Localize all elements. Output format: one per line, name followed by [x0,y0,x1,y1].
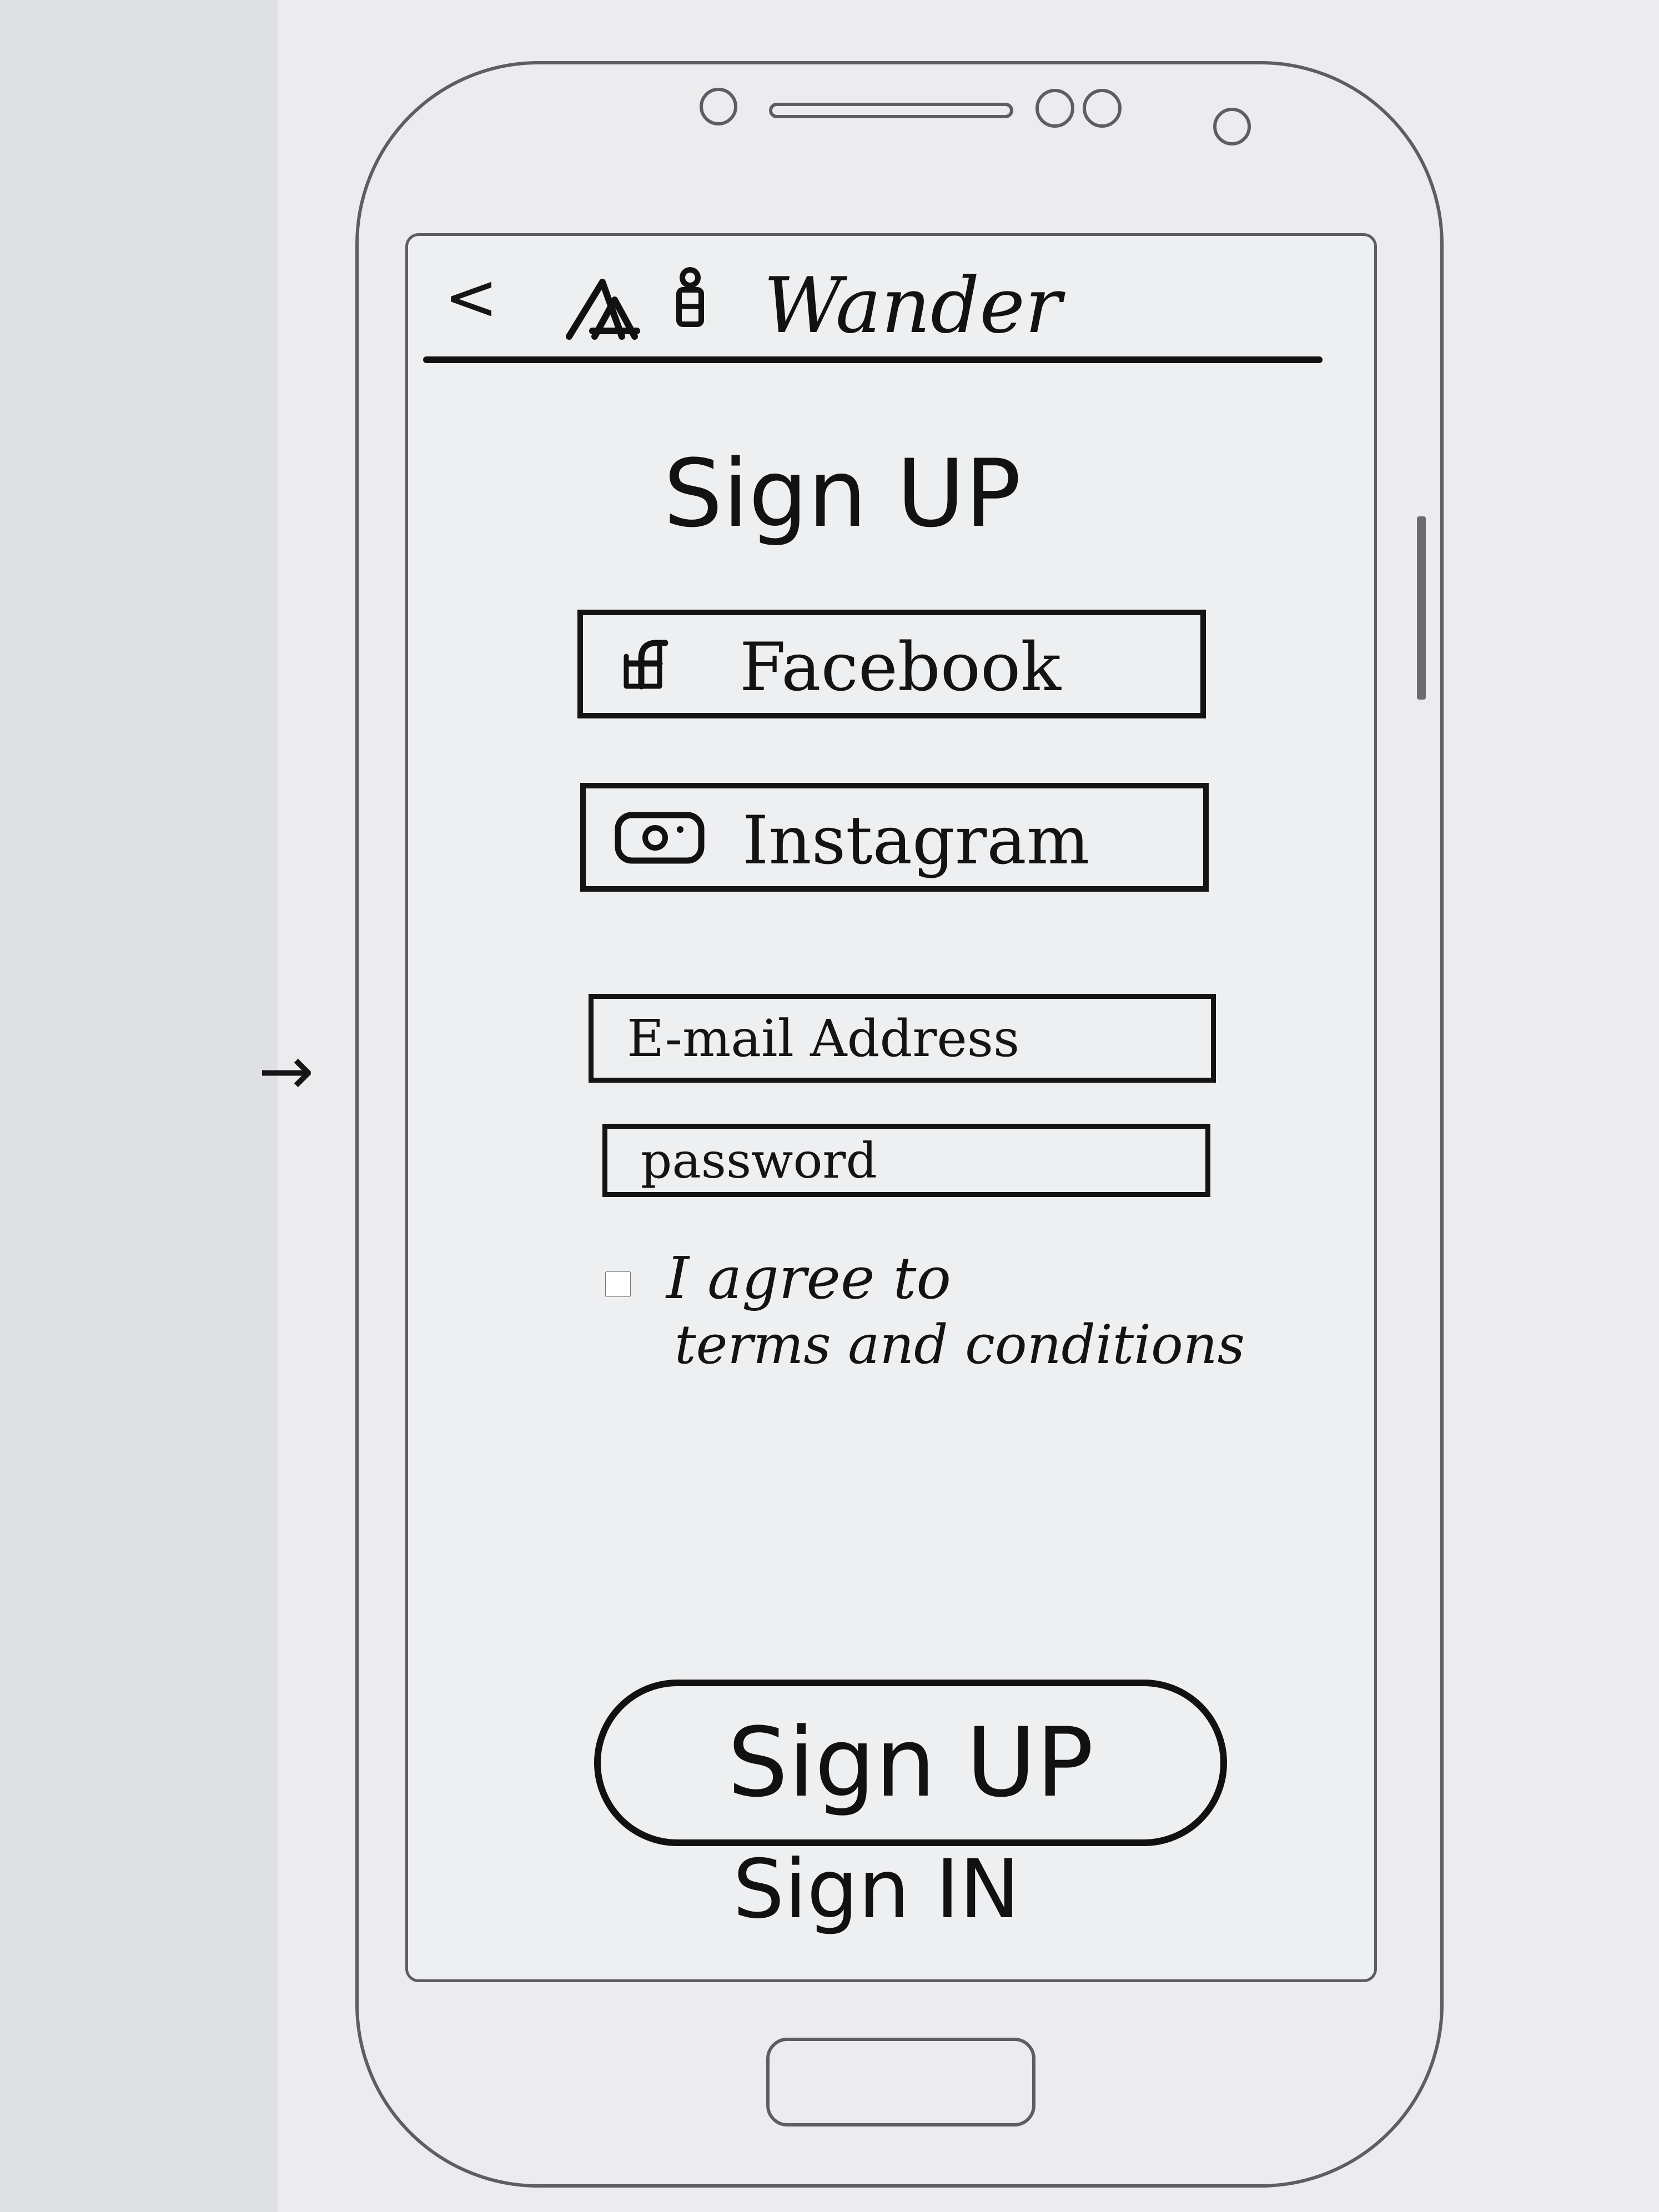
facebook-signup-button[interactable]: Facebook [577,610,1206,718]
password-field[interactable] [602,1124,1210,1197]
traveler-logo-icon [665,267,715,339]
facebook-icon-svg [624,640,668,690]
status-sensor-icon [1213,108,1251,145]
sign-in-link[interactable]: Sign IN [733,1849,1020,1930]
app-bar-divider [423,356,1323,363]
margin-arrow-icon: → [258,1033,314,1110]
terms-checkbox[interactable] [605,1271,631,1297]
proximity-sensor-icon [1035,89,1074,128]
light-sensor-icon [1083,89,1122,128]
instagram-button-label: Instagram [742,802,1090,879]
sign-up-button[interactable]: Sign UP [594,1680,1227,1846]
instagram-icon-svg [615,812,705,864]
mountain-logo-svg [566,279,640,340]
page-title: Sign UP [663,439,1022,548]
traveler-logo-svg [676,267,704,327]
mountain-traveler-logo-icon [564,271,663,349]
terms-agreement-line-1: I agree to [666,1244,951,1312]
front-camera-icon [700,88,737,125]
instagram-icon [614,806,707,868]
earpiece-speaker [769,103,1013,118]
chevron-left-icon: < [444,260,499,335]
back-button[interactable]: < [444,265,498,330]
instagram-signup-button[interactable]: Instagram [580,783,1209,892]
app-title: Wander [763,261,1062,350]
side-button [1417,516,1426,700]
app-bar: < Wander [428,261,1327,355]
home-button[interactable] [766,2038,1035,2126]
facebook-icon [611,633,677,695]
terms-agreement-row: I agree to terms and conditions [605,1246,1271,1391]
terms-agreement-line-2: terms and conditions [675,1314,1245,1376]
email-field[interactable] [589,994,1216,1083]
paper-margin [0,0,278,2212]
facebook-button-label: Facebook [740,629,1061,706]
